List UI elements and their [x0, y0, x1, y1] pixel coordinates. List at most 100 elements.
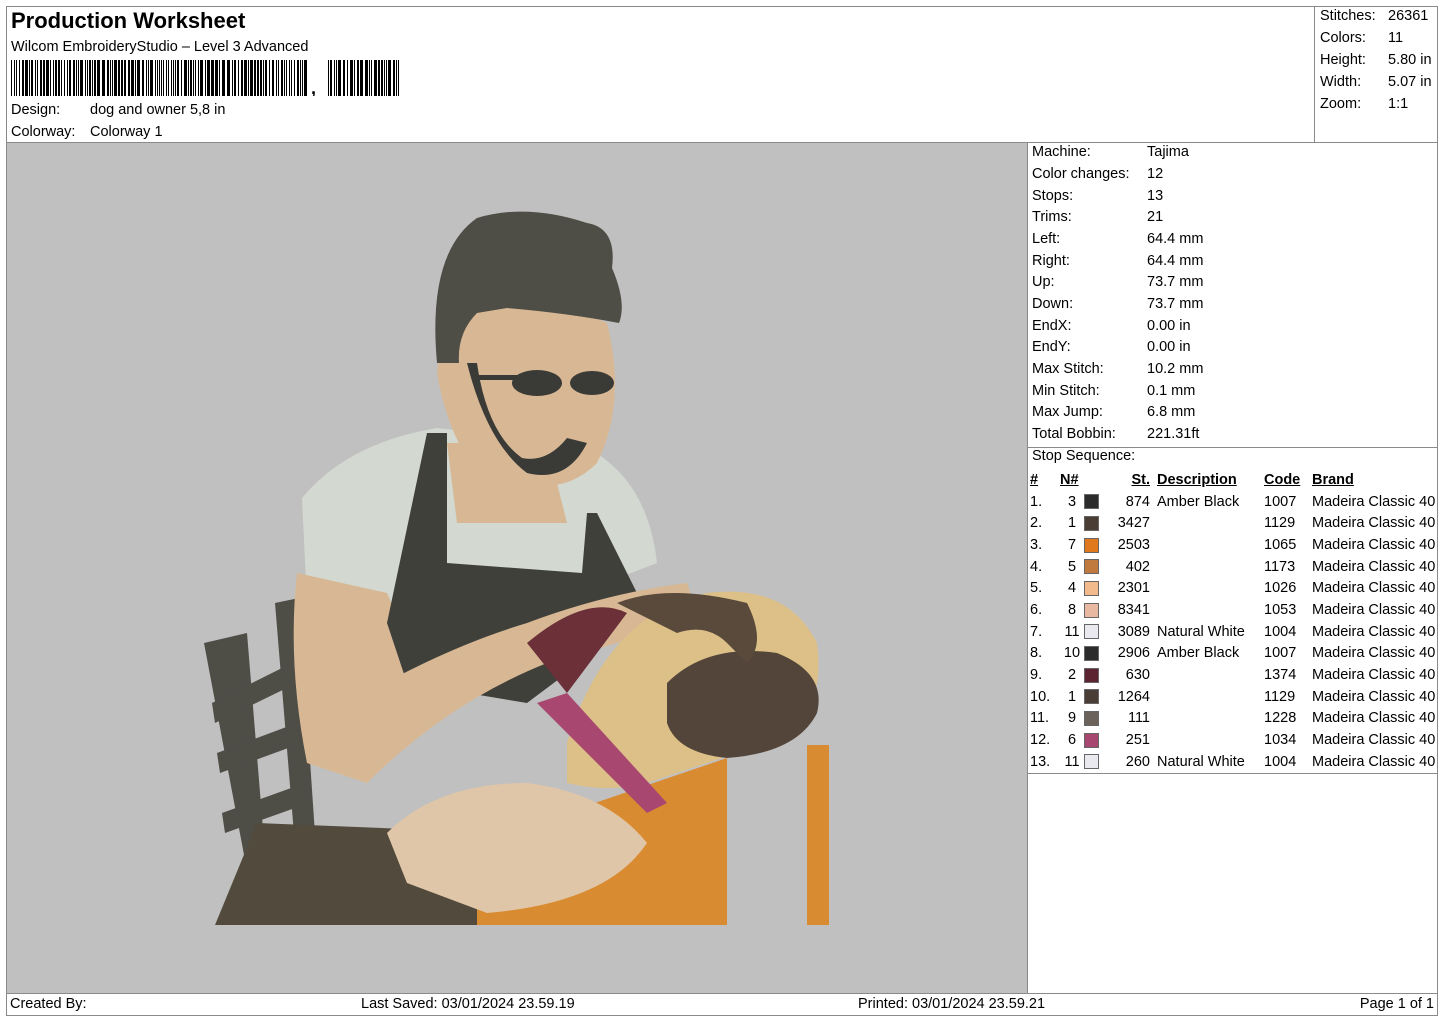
row-code: 1004 — [1264, 623, 1297, 640]
barcode-bar — [207, 60, 210, 96]
summary-value: 26361 — [1388, 8, 1429, 24]
row-code: 1053 — [1264, 601, 1297, 618]
info-machine: Machine: Tajima — [1032, 144, 1189, 160]
summary-label: Height: — [1320, 52, 1366, 68]
summary-stitches: Stitches: 26361 — [1320, 8, 1428, 24]
barcode-bar — [31, 60, 33, 96]
thread-color-swatch — [1084, 754, 1099, 770]
barcode-bar — [40, 60, 42, 96]
info-total-bobbin: Total Bobbin: 221.31ft — [1032, 426, 1199, 442]
row-stitches: 251 — [1125, 732, 1150, 749]
barcode-bar — [343, 60, 345, 96]
barcode-bar — [128, 60, 130, 96]
barcode-bar — [64, 60, 65, 96]
barcode-bar — [94, 60, 96, 96]
info-color-changes: Color changes: 12 — [1032, 166, 1163, 182]
row-brand: Madeira Classic 40 — [1312, 623, 1436, 640]
stop-sequence-table: # N# St. Description Code Brand 1. 3 874 Am… — [1030, 469, 1435, 773]
row-stitches: 8341 — [1117, 601, 1150, 618]
color-swatch — [1084, 729, 1099, 751]
barcode-bar — [222, 60, 225, 96]
barcode-bar — [354, 60, 355, 96]
thread-color-swatch — [1084, 559, 1099, 575]
barcode-bar — [114, 60, 117, 96]
barcode-bar — [177, 60, 179, 96]
barcode-bar — [281, 60, 283, 96]
summary-value: 11 — [1388, 30, 1404, 46]
info-value: 0.1 mm — [1147, 383, 1196, 399]
last-saved: Last Saved: 03/01/2024 23.59.19 — [361, 996, 575, 1012]
design-label: Design: — [11, 102, 61, 118]
thread-color-swatch — [1084, 732, 1099, 748]
worksheet-title: Production Worksheet — [11, 8, 246, 33]
info-stops: Stops: 13 — [1032, 188, 1163, 204]
barcode-bar — [85, 60, 86, 96]
barcode-bar — [396, 60, 397, 96]
barcode-bar — [336, 60, 337, 96]
barcode-bar — [357, 60, 359, 96]
barcode-bar — [304, 60, 307, 96]
barcode-bar — [291, 60, 292, 96]
row-code: 1173 — [1264, 558, 1296, 575]
barcode-bar — [73, 60, 75, 96]
row-brand: Madeira Classic 40 — [1312, 753, 1436, 770]
info-label: Min Stitch: — [1032, 383, 1100, 399]
row-needle: 2 — [1067, 667, 1077, 684]
info-label: Up: — [1032, 274, 1055, 290]
info-endy: EndY: 0.00 in — [1032, 339, 1191, 355]
row-needle: 1 — [1067, 515, 1077, 532]
dog-muzzle — [667, 651, 819, 758]
barcode-bar — [61, 60, 62, 96]
barcode-bar — [102, 60, 105, 96]
summary-label: Colors: — [1320, 30, 1366, 46]
row-description: Amber Black — [1157, 645, 1240, 662]
table-row: 10. 1 1264 1129 Madeira Classic 40 — [1030, 686, 1435, 708]
design-summary: Stitches: 26361 Colors: 11 Height: 5.80 in … — [1314, 7, 1440, 142]
barcode-bar — [278, 60, 279, 96]
barcode-bar — [97, 60, 100, 96]
info-label: Stops: — [1032, 188, 1074, 204]
barcode-bar — [219, 60, 220, 96]
barcode-bar — [269, 60, 270, 96]
row-stitches: 1264 — [1117, 688, 1150, 705]
info-value: 0.00 in — [1147, 339, 1191, 355]
barcode-bar — [289, 60, 290, 96]
barcode-bar — [50, 60, 51, 96]
row-brand: Madeira Classic 40 — [1312, 710, 1436, 727]
info-label: EndX: — [1032, 318, 1072, 334]
summary-zoom: Zoom: 1:1 — [1320, 96, 1408, 112]
barcode-bar — [184, 60, 187, 96]
barcode-bar — [89, 60, 91, 96]
thread-color-swatch — [1084, 689, 1099, 705]
barcode-bar — [46, 60, 49, 96]
thread-color-swatch — [1084, 537, 1099, 553]
thread-color-swatch — [1084, 602, 1099, 618]
stop-sequence-rows: 1. 3 874 Amber Black 1007 Madeira Classic 40 2… — [1030, 491, 1435, 773]
barcode-bar — [193, 60, 194, 96]
table-leg — [807, 745, 829, 925]
row-brand: Madeira Classic 40 — [1312, 558, 1436, 575]
barcode-bar — [112, 60, 113, 96]
row-needle: 6 — [1067, 732, 1077, 749]
row-needle: 4 — [1067, 580, 1077, 597]
barcode-bar — [347, 60, 348, 96]
colorway-row: Colorway: Colorway 1 — [11, 124, 163, 140]
info-value: 64.4 mm — [1147, 253, 1204, 269]
info-label: Right: — [1032, 253, 1070, 269]
barcode-bar — [150, 60, 153, 96]
summary-width: Width: 5.07 in — [1320, 74, 1432, 90]
printed-date: Printed: 03/01/2024 23.59.21 — [858, 996, 1046, 1012]
barcode-bar — [300, 60, 301, 96]
barcode-bar — [173, 60, 174, 96]
info-label: Down: — [1032, 296, 1074, 312]
design-preview-canvas — [6, 142, 1028, 994]
barcode-bar — [286, 60, 287, 96]
row-code: 1007 — [1264, 645, 1297, 662]
barcode-bar — [107, 60, 109, 96]
info-value: 73.7 mm — [1147, 274, 1204, 290]
color-swatch — [1084, 664, 1099, 686]
barcode-bar — [195, 60, 196, 96]
colorway-label: Colorway: — [11, 124, 76, 140]
barcode-bar — [188, 60, 189, 96]
barcode-bar — [157, 60, 158, 96]
